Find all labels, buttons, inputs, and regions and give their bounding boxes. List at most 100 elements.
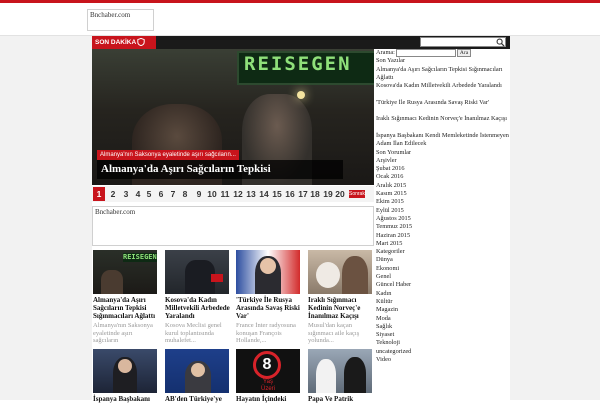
photo-detail	[211, 274, 223, 282]
sidebar-link[interactable]: Ekonomi	[376, 265, 510, 273]
news-card-title[interactable]: Almanya'da Aşırı Sağcıların Tepkisi Sığı…	[93, 296, 159, 320]
news-thumbnail[interactable]	[93, 349, 157, 393]
photo-face	[118, 359, 132, 373]
pagination-page[interactable]: 13	[245, 187, 257, 201]
news-card-title[interactable]: 'Türkiye İle Rusya Arasında Savaş Riski …	[236, 296, 302, 320]
next-page-button[interactable]: Sonraki	[349, 190, 366, 198]
search-icon[interactable]	[496, 38, 505, 47]
sidebar-link[interactable]: Kadın	[376, 290, 510, 298]
sidebar-link[interactable]: Iraklı Sığınmacı Kedinin Norveç'e İnanıl…	[376, 115, 510, 132]
sidebar-link[interactable]: Mart 2015	[376, 240, 510, 248]
photo-face	[260, 258, 276, 274]
shield-icon	[137, 38, 145, 46]
sidebar-link[interactable]: Magazin	[376, 306, 510, 314]
breaking-news-label: SON DAKİKA	[92, 36, 156, 49]
sidebar-heading: Arşivler	[376, 156, 397, 164]
pagination-page[interactable]: 15	[271, 187, 283, 201]
site-header: Bnchaber.com	[0, 3, 600, 36]
photo-figure	[316, 359, 336, 393]
pagination-page[interactable]: 2	[107, 187, 119, 201]
news-card-title[interactable]: Hayatın İçindeki	[236, 395, 302, 403]
pagination-page[interactable]: 11	[219, 187, 231, 201]
sidebar-link[interactable]: Ağustos 2015	[376, 215, 510, 223]
sidebar-link[interactable]: Aralık 2015	[376, 182, 510, 190]
thumb-sign-text: REISEGEN	[123, 253, 157, 262]
pagination-page[interactable]: 7	[167, 187, 179, 201]
pagination-page[interactable]: 17	[297, 187, 309, 201]
pagination-page[interactable]: 6	[155, 187, 167, 201]
slider-caption-title[interactable]: Almanya'da Aşırı Sağcıların Tepkisi	[97, 160, 343, 179]
news-card-title[interactable]: İspanya Başbakanı	[93, 395, 159, 403]
news-thumbnail[interactable]: 8 Yaş Üzeri	[236, 349, 300, 393]
slider-caption-excerpt[interactable]: Almanya'nın Saksonya eyaletinde aşırı sa…	[97, 150, 239, 160]
pagination-page[interactable]: 18	[309, 187, 321, 201]
sidebar-link[interactable]: Haziran 2015	[376, 232, 510, 240]
sidebar-link[interactable]: Teknoloji	[376, 339, 510, 347]
sidebar-heading: Son Yazılar	[376, 57, 406, 65]
sidebar-link[interactable]: Moda	[376, 315, 510, 323]
photo-cat	[316, 262, 340, 288]
sidebar-search-button[interactable]: Ara	[456, 49, 472, 58]
sidebar-link[interactable]: Dünya	[376, 256, 510, 264]
age-badge-text: Üzeri	[260, 386, 275, 392]
sidebar-link[interactable]: 'Türkiye İle Rusya Arasında Savaş Riski …	[376, 99, 510, 116]
sidebar-list: Arama: Ara Son Yazılar Almanya'da Aşırı S…	[376, 49, 510, 364]
photo-figure	[101, 270, 123, 294]
sidebar-link[interactable]: Almanya'da Aşırı Sağcıların Tepkisi Sığı…	[376, 66, 510, 83]
site-logo[interactable]: Bnchaber.com	[87, 9, 154, 31]
sidebar-link[interactable]: Şubat 2016	[376, 165, 510, 173]
sidebar-link[interactable]: Sağlık	[376, 323, 510, 331]
pagination-page[interactable]: 3	[120, 187, 132, 201]
pagination-page[interactable]: 16	[284, 187, 296, 201]
sidebar-link[interactable]: Kosova'da Kadın Milletvekili Arbedede Ya…	[376, 82, 510, 99]
sidebar-link[interactable]: uncategorized	[376, 348, 510, 356]
sidebar-link[interactable]: Genel	[376, 273, 510, 281]
photo-face	[191, 363, 205, 377]
sidebar-search: Arama: Ara	[376, 49, 510, 58]
news-thumbnail[interactable]	[236, 250, 300, 294]
sidebar-link[interactable]: Güncel Haber	[376, 281, 510, 289]
pagination-page[interactable]: 1	[93, 187, 105, 201]
photo-figure	[342, 256, 368, 294]
news-card-title[interactable]: AB'den Türkiye'ye	[165, 395, 231, 403]
sidebar-link[interactable]: Ocak 2016	[376, 173, 510, 181]
news-card-excerpt: Musul'dan kaçan sığınmacı aile kaçış yol…	[308, 322, 360, 344]
pagination-page[interactable]: 5	[143, 187, 155, 201]
pagination-page[interactable]: 10	[206, 187, 218, 201]
news-card-title[interactable]: Iraklı Sığınmacı Kedinin Norveç'e İnanıl…	[308, 296, 374, 320]
sidebar-heading: Kategoriler	[376, 248, 405, 256]
news-thumbnail[interactable]	[308, 250, 372, 294]
sidebar-link[interactable]: Siyaset	[376, 331, 510, 339]
news-card-excerpt: Almanya'nın Saksonya eyaletinde aşırı sa…	[93, 322, 153, 344]
age-badge-text: Yaş	[263, 379, 273, 385]
news-thumbnail[interactable]	[308, 349, 372, 393]
top-search-input[interactable]	[420, 37, 506, 47]
ad-banner[interactable]: Bnchaber.com	[92, 206, 374, 246]
sidebar-link[interactable]: Kasım 2015	[376, 190, 510, 198]
pagination-page[interactable]: 8	[179, 187, 191, 201]
sidebar-heading: Son Yorumlar	[376, 148, 411, 156]
sidebar-link[interactable]: Kültür	[376, 298, 510, 306]
pagination-page[interactable]: 14	[258, 187, 270, 201]
news-thumbnail[interactable]: REISEGEN	[93, 250, 157, 294]
news-thumbnail[interactable]	[165, 349, 229, 393]
news-card-title[interactable]: Kosova'da Kadın Milletvekili Arbedede Ya…	[165, 296, 231, 320]
news-card-title[interactable]: Papa Ve Patrik	[308, 395, 374, 403]
sidebar-link[interactable]: Video	[376, 356, 510, 364]
pagination-page[interactable]: 9	[193, 187, 205, 201]
age-badge: 8	[253, 351, 281, 379]
photo-light	[297, 91, 305, 99]
station-sign-text: REISEGEN	[244, 53, 352, 75]
sidebar-link[interactable]: Eylül 2015	[376, 207, 510, 215]
sidebar-search-label: Arama:	[376, 49, 395, 56]
news-thumbnail[interactable]	[165, 250, 229, 294]
sidebar-link[interactable]: Temmuz 2015	[376, 223, 510, 231]
pagination-page[interactable]: 20	[334, 187, 346, 201]
sidebar-link[interactable]: İspanya Başbakanı Kendi Memleketinde İst…	[376, 132, 510, 149]
news-card-excerpt: Kosova Meclisi genel kurul toplantısında…	[165, 322, 222, 344]
sidebar-link[interactable]: Ekim 2015	[376, 198, 510, 206]
pagination-page[interactable]: 12	[232, 187, 244, 201]
sidebar-search-input[interactable]	[395, 49, 456, 58]
pagination-page[interactable]: 19	[322, 187, 334, 201]
photo-figure	[344, 357, 366, 393]
